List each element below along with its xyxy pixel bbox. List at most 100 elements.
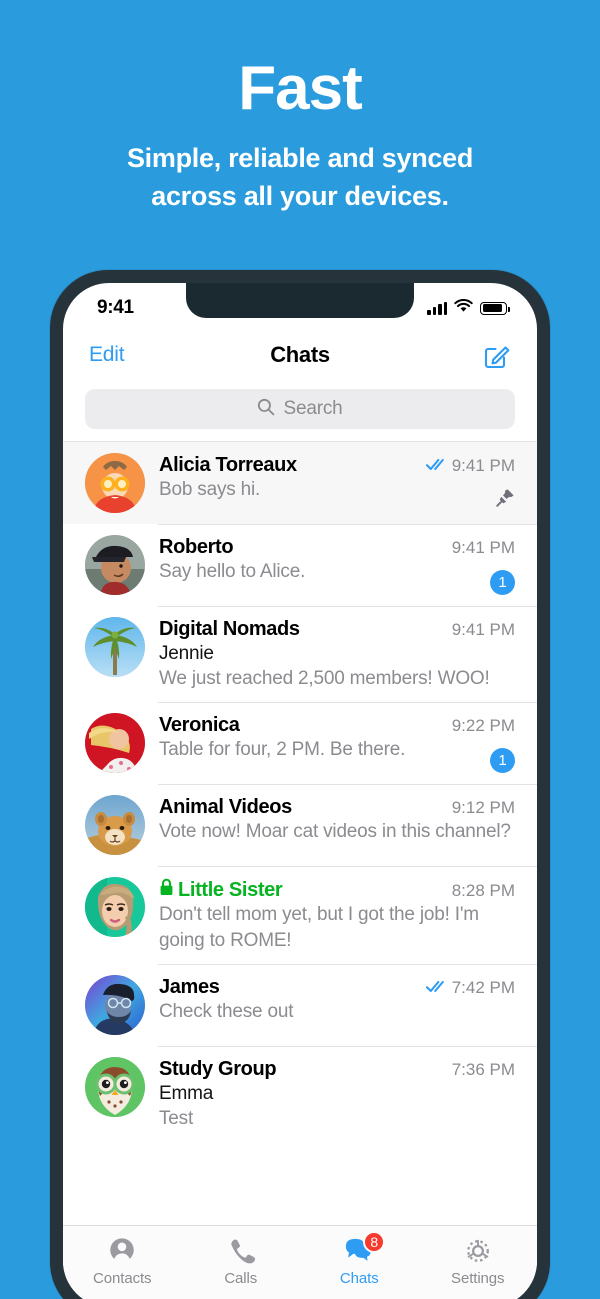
avatar (85, 975, 145, 1035)
chat-row-body: Roberto 9:41 PM Say hello to Alice. (145, 535, 515, 595)
chat-row-header: Little Sister 8:28 PM (159, 878, 515, 902)
avatar (85, 877, 145, 937)
search-placeholder: Search (283, 398, 342, 420)
search-bar-container: Search (63, 381, 537, 441)
chat-name: Veronica (159, 714, 240, 737)
chat-sender: Emma (159, 1081, 515, 1106)
chat-meta: 9:12 PM (444, 798, 515, 818)
chat-meta: 9:22 PM (444, 716, 515, 736)
double-check-icon (426, 978, 447, 998)
avatar (85, 1057, 145, 1117)
avatar (85, 535, 145, 595)
chat-list-item[interactable]: Veronica 9:22 PM Table for four, 2 PM. B… (63, 702, 537, 784)
person-icon (106, 1236, 138, 1266)
tab-label: Calls (224, 1270, 257, 1287)
chat-preview: Don't tell mom yet, but I got the job! I… (159, 902, 515, 953)
unread-badge-container: 1 (490, 748, 515, 773)
gear-icon (462, 1236, 494, 1266)
chat-name: Roberto (159, 536, 233, 559)
tab-calls[interactable]: Calls (182, 1226, 301, 1299)
tab-bar[interactable]: Contacts Calls 8 Chats Settings (63, 1225, 537, 1299)
chat-list-item[interactable]: Digital Nomads 9:41 PM Jennie We just re… (63, 606, 537, 702)
chat-list[interactable]: Alicia Torreaux 9:41 PM Bob says hi. Rob… (63, 441, 537, 1142)
navigation-bar: Edit Chats (63, 329, 537, 381)
pin-indicator (495, 488, 515, 513)
chat-preview: Table for four, 2 PM. Be there. (159, 737, 515, 762)
chat-name-text: Digital Nomads (159, 618, 300, 641)
chat-meta: 9:41 PM (418, 456, 515, 476)
chat-name: Digital Nomads (159, 618, 300, 641)
chat-name-text: James (159, 976, 220, 999)
tab-badge: 8 (363, 1231, 385, 1253)
chat-list-item[interactable]: Roberto 9:41 PM Say hello to Alice. 1 (63, 524, 537, 606)
unread-badge: 1 (490, 570, 515, 595)
chat-row-body: Digital Nomads 9:41 PM Jennie We just re… (145, 617, 515, 691)
chat-row-header: Animal Videos 9:12 PM (159, 796, 515, 819)
status-icons (427, 299, 507, 318)
tab-label: Contacts (93, 1270, 151, 1287)
chat-timestamp: 9:41 PM (452, 620, 515, 640)
chat-row-body: Little Sister 8:28 PM Don't tell mom yet… (145, 877, 515, 953)
edit-button[interactable]: Edit (89, 343, 124, 367)
chat-timestamp: 9:41 PM (452, 538, 515, 558)
chat-name-text: Roberto (159, 536, 233, 559)
status-bar: 9:41 (63, 283, 537, 329)
chat-name-text: Animal Videos (159, 796, 292, 819)
hero-section: Fast Simple, reliable and synced across … (0, 0, 600, 216)
chat-preview: Check these out (159, 999, 515, 1024)
chat-timestamp: 9:12 PM (452, 798, 515, 818)
phone-mockup: 9:41 Edit Chats (50, 270, 550, 1299)
chat-row-header: James 7:42 PM (159, 976, 515, 999)
avatar (85, 795, 145, 855)
tab-contacts[interactable]: Contacts (63, 1226, 182, 1299)
chat-name: Little Sister (159, 878, 282, 902)
chat-preview: Vote now! Moar cat videos in this channe… (159, 819, 515, 844)
chat-row-body: James 7:42 PM Check these out (145, 975, 515, 1035)
avatar (85, 617, 145, 677)
chat-row-body: Animal Videos 9:12 PM Vote now! Moar cat… (145, 795, 515, 855)
chat-meta: 7:42 PM (418, 978, 515, 998)
chat-name-text: Alicia Torreaux (159, 454, 297, 477)
chat-name: Animal Videos (159, 796, 292, 819)
chat-preview: We just reached 2,500 members! WOO! (159, 666, 515, 691)
chat-timestamp: 9:41 PM (452, 456, 515, 476)
compose-icon[interactable] (484, 342, 511, 369)
chat-timestamp: 8:28 PM (452, 881, 515, 901)
chat-list-item[interactable]: Animal Videos 9:12 PM Vote now! Moar cat… (63, 784, 537, 866)
status-time: 9:41 (97, 297, 134, 319)
chat-row-body: Alicia Torreaux 9:41 PM Bob says hi. (145, 453, 515, 513)
chat-preview: Say hello to Alice. (159, 559, 515, 584)
chat-list-item[interactable]: Study Group 7:36 PM Emma Test (63, 1046, 537, 1142)
chat-name-text: Study Group (159, 1058, 276, 1081)
chat-list-item[interactable]: Little Sister 8:28 PM Don't tell mom yet… (63, 866, 537, 964)
chat-name: James (159, 976, 220, 999)
cellular-signal-icon (427, 302, 447, 315)
page-title: Fast (0, 56, 600, 121)
unread-badge-container: 1 (490, 570, 515, 595)
tab-label: Chats (340, 1270, 379, 1287)
chat-list-item[interactable]: Alicia Torreaux 9:41 PM Bob says hi. (63, 442, 537, 524)
chat-name: Study Group (159, 1058, 276, 1081)
chat-row-header: Digital Nomads 9:41 PM (159, 618, 515, 641)
phone-screen: 9:41 Edit Chats (63, 283, 537, 1299)
chat-list-item[interactable]: James 7:42 PM Check these out (63, 964, 537, 1046)
chat-timestamp: 7:42 PM (452, 978, 515, 998)
battery-icon (480, 302, 507, 315)
chat-name-text: Veronica (159, 714, 240, 737)
chat-row-header: Veronica 9:22 PM (159, 714, 515, 737)
lock-icon (159, 878, 174, 902)
chat-row-body: Study Group 7:36 PM Emma Test (145, 1057, 515, 1131)
chat-timestamp: 7:36 PM (452, 1060, 515, 1080)
chat-preview: Test (159, 1106, 515, 1131)
unread-badge: 1 (490, 748, 515, 773)
hero-subtitle-line-2: across all your devices. (0, 177, 600, 215)
avatar (85, 713, 145, 773)
tab-settings[interactable]: Settings (419, 1226, 538, 1299)
search-icon (257, 398, 275, 421)
chat-row-header: Alicia Torreaux 9:41 PM (159, 454, 515, 477)
chat-row-header: Study Group 7:36 PM (159, 1058, 515, 1081)
search-input[interactable]: Search (85, 389, 515, 429)
chat-meta: 8:28 PM (444, 881, 515, 901)
tab-chats[interactable]: 8 Chats (300, 1226, 419, 1299)
double-check-icon (426, 456, 447, 476)
